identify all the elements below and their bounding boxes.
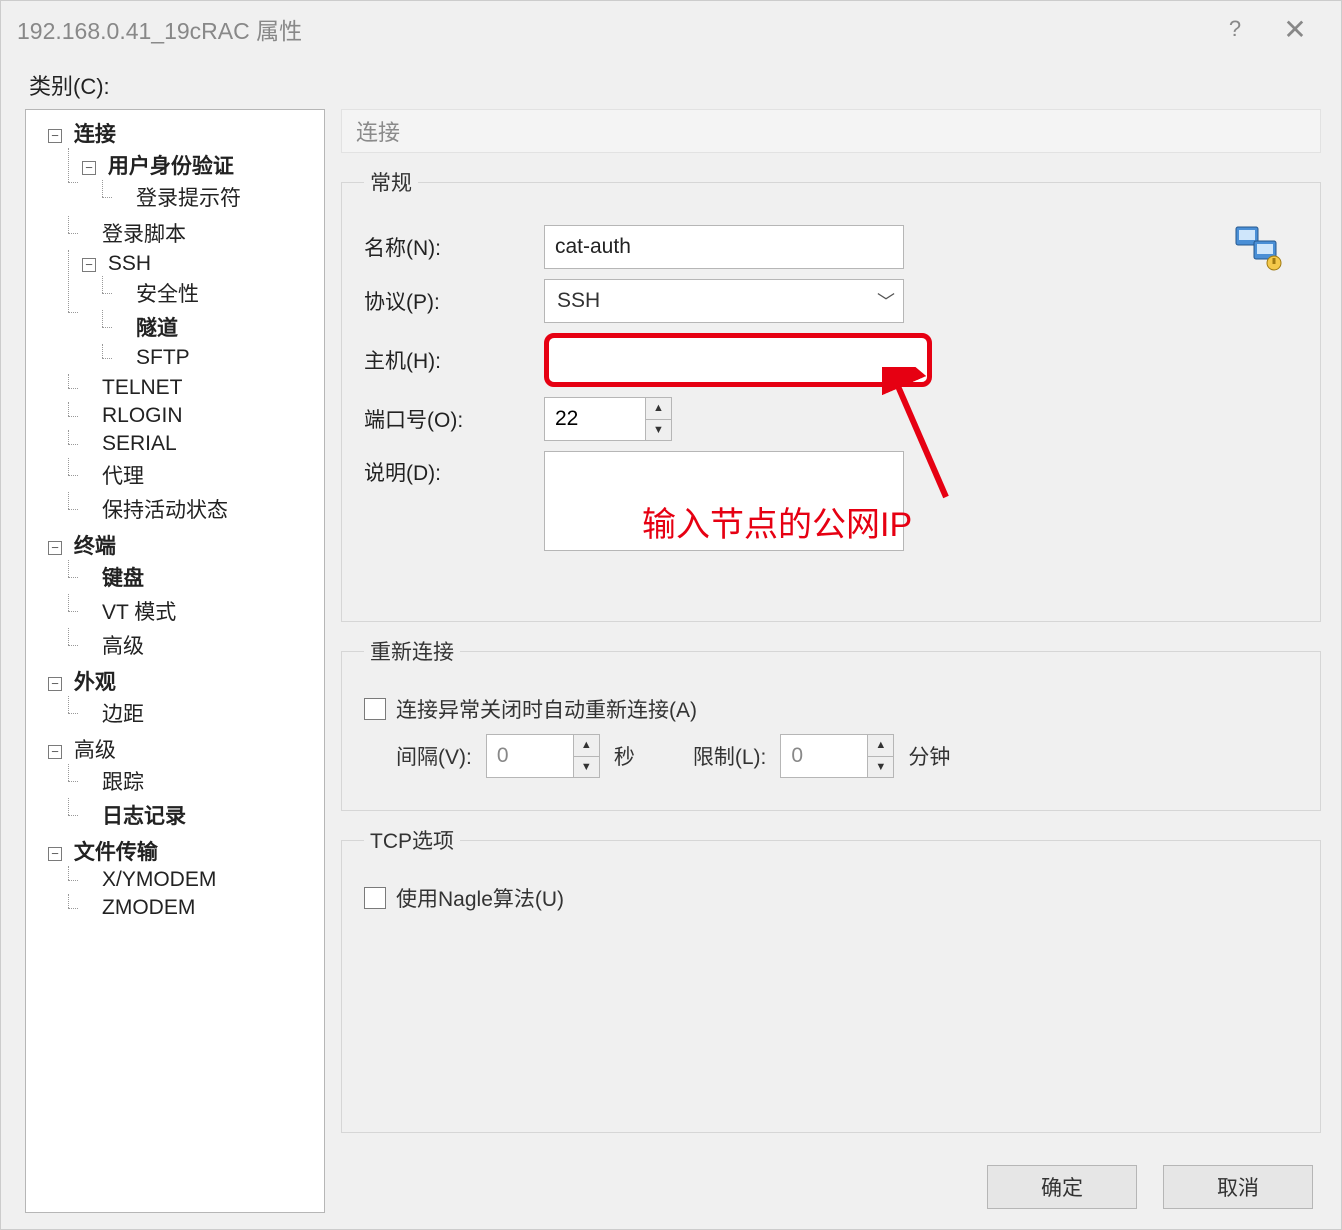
close-button[interactable]: ✕: [1265, 1, 1325, 57]
category-label: 类别(C):: [29, 69, 1321, 101]
tree-logging[interactable]: 日志记录: [102, 805, 186, 828]
settings-panel: 连接 常规 名称(N): 协议(P):: [341, 109, 1321, 1213]
name-label: 名称(N):: [364, 232, 544, 262]
interval-spinner[interactable]: ▲ ▼: [486, 734, 600, 778]
host-input[interactable]: [557, 341, 919, 379]
general-legend: 常规: [364, 167, 418, 197]
protocol-label: 协议(P):: [364, 286, 544, 316]
dialog-buttons: 确定 取消: [341, 1147, 1321, 1213]
tree-serial[interactable]: SERIAL: [102, 432, 177, 455]
host-highlight: [544, 333, 932, 387]
chevron-down-icon: ﹀: [877, 288, 895, 314]
tree-user-auth[interactable]: 用户身份验证: [108, 155, 234, 178]
tree-terminal[interactable]: 终端: [74, 535, 116, 558]
expander-icon[interactable]: −: [82, 161, 96, 175]
limit-unit: 分钟: [908, 741, 950, 771]
auto-reconnect-label: 连接异常关闭时自动重新连接(A): [396, 694, 697, 724]
network-icon: [1234, 221, 1286, 273]
tree-trace[interactable]: 跟踪: [102, 771, 144, 794]
tree-margin[interactable]: 边距: [102, 703, 144, 726]
tree-connection[interactable]: 连接: [74, 123, 116, 146]
help-button[interactable]: ?: [1205, 1, 1265, 57]
checkbox-box-icon: [364, 887, 386, 909]
limit-spinner[interactable]: ▲ ▼: [780, 734, 894, 778]
auto-reconnect-checkbox[interactable]: 连接异常关闭时自动重新连接(A): [364, 694, 697, 724]
tree-file-transfer[interactable]: 文件传输: [74, 841, 158, 864]
spinner-up-icon[interactable]: ▲: [574, 735, 599, 757]
tree-appearance[interactable]: 外观: [74, 671, 116, 694]
tree-keepalive[interactable]: 保持活动状态: [102, 499, 228, 522]
spinner-down-icon[interactable]: ▼: [868, 757, 893, 778]
page-title: 连接: [341, 109, 1321, 153]
protocol-value: SSH: [557, 289, 600, 313]
interval-input[interactable]: [487, 735, 573, 777]
tree-zmodem[interactable]: ZMODEM: [102, 896, 195, 919]
tree-telnet[interactable]: TELNET: [102, 376, 183, 399]
cancel-button[interactable]: 取消: [1163, 1165, 1313, 1209]
nagle-checkbox[interactable]: 使用Nagle算法(U): [364, 883, 564, 913]
tree-xymodem[interactable]: X/YMODEM: [102, 868, 216, 891]
port-label: 端口号(O):: [364, 404, 544, 434]
tree-keyboard[interactable]: 键盘: [102, 567, 144, 590]
tree-rlogin[interactable]: RLOGIN: [102, 404, 183, 427]
window-title: 192.168.0.41_19cRAC 属性: [17, 12, 302, 46]
tcp-legend: TCP选项: [364, 825, 460, 855]
tree-login-prompt[interactable]: 登录提示符: [136, 187, 241, 210]
checkbox-box-icon: [364, 698, 386, 720]
expander-icon[interactable]: −: [82, 258, 96, 272]
interval-label: 间隔(V):: [396, 741, 472, 771]
tree-login-script[interactable]: 登录脚本: [102, 223, 186, 246]
properties-dialog: 192.168.0.41_19cRAC 属性 ? ✕ 类别(C): − 连接 −…: [0, 0, 1342, 1230]
limit-input[interactable]: [781, 735, 867, 777]
protocol-select[interactable]: SSH ﹀: [544, 279, 904, 323]
host-label: 主机(H):: [364, 345, 544, 375]
description-label: 说明(D):: [364, 451, 544, 487]
interval-unit: 秒: [614, 741, 635, 771]
nagle-label: 使用Nagle算法(U): [396, 883, 564, 913]
name-input[interactable]: [544, 225, 904, 269]
category-tree[interactable]: − 连接 − 用户身份验证 登录提示符 登录脚本 −: [25, 109, 325, 1213]
spinner-up-icon[interactable]: ▲: [868, 735, 893, 757]
expander-icon[interactable]: −: [48, 677, 62, 691]
tree-proxy[interactable]: 代理: [102, 465, 144, 488]
tree-terminal-advanced[interactable]: 高级: [102, 635, 144, 658]
spinner-up-icon[interactable]: ▲: [646, 398, 671, 420]
expander-icon[interactable]: −: [48, 847, 62, 861]
reconnect-legend: 重新连接: [364, 636, 460, 666]
tree-ssh[interactable]: SSH: [108, 252, 151, 275]
ok-button[interactable]: 确定: [987, 1165, 1137, 1209]
tree-security[interactable]: 安全性: [136, 283, 199, 306]
limit-label: 限制(L):: [693, 741, 767, 771]
titlebar: 192.168.0.41_19cRAC 属性 ? ✕: [1, 1, 1341, 57]
tree-vt-mode[interactable]: VT 模式: [102, 601, 176, 624]
spinner-down-icon[interactable]: ▼: [646, 420, 671, 441]
port-input[interactable]: [545, 398, 645, 440]
general-group: 常规 名称(N): 协议(P): SSH: [341, 167, 1321, 622]
expander-icon[interactable]: −: [48, 745, 62, 759]
description-input[interactable]: [544, 451, 904, 551]
spinner-down-icon[interactable]: ▼: [574, 757, 599, 778]
port-spinner[interactable]: ▲ ▼: [544, 397, 672, 441]
tree-sftp[interactable]: SFTP: [136, 346, 190, 369]
expander-icon[interactable]: −: [48, 129, 62, 143]
tcp-group: TCP选项 使用Nagle算法(U): [341, 825, 1321, 1133]
expander-icon[interactable]: −: [48, 541, 62, 555]
tree-tunnel[interactable]: 隧道: [136, 317, 178, 340]
reconnect-group: 重新连接 连接异常关闭时自动重新连接(A) 间隔(V): ▲ ▼: [341, 636, 1321, 811]
tree-advanced[interactable]: 高级: [74, 739, 116, 762]
